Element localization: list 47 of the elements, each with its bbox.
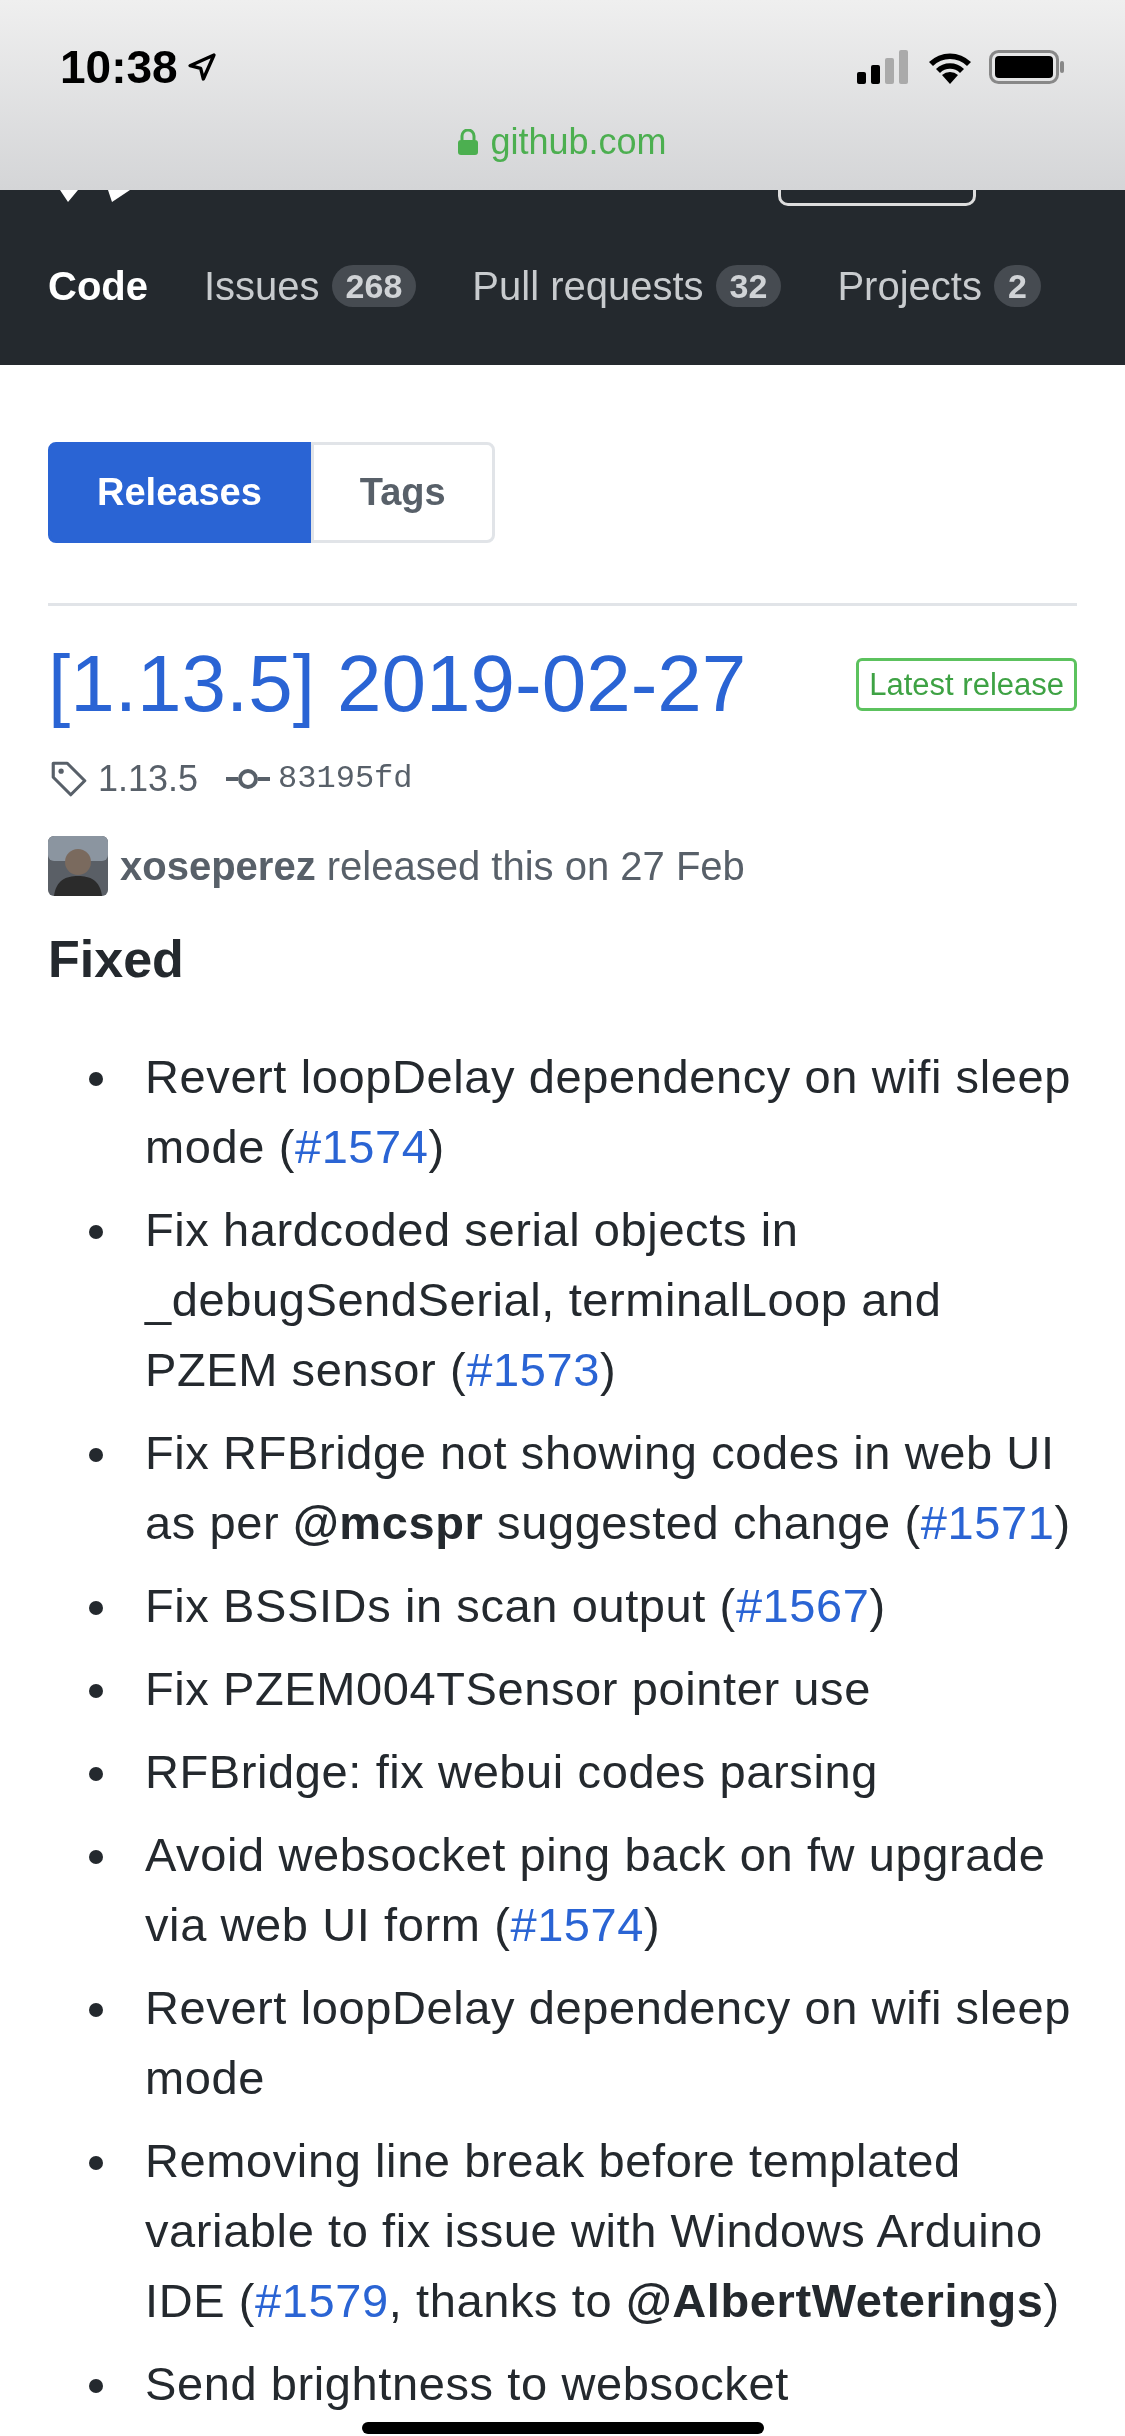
- list-item-text: Removing line break before templated variable to fix issue with Windows Arduino IDE (#1579, thanks to @AlbertWeterings): [145, 2133, 1061, 2329]
- battery-icon: [989, 50, 1065, 84]
- wifi-icon: [927, 50, 973, 84]
- list-item-text: Fix hardcoded serial objects in _debugSendSerial, terminalLoop and PZEM sensor (#1573): [145, 1202, 943, 1398]
- signal-icon: [857, 50, 911, 84]
- section-heading: Fixed: [48, 929, 185, 990]
- author-link[interactable]: xoseperez: [120, 844, 316, 888]
- commit-hash[interactable]: 83195fd: [278, 755, 413, 803]
- list-item-text: Fix PZEM004TSensor pointer use: [145, 1661, 872, 1717]
- repo-tab[interactable]: Issues 268: [204, 256, 417, 316]
- issue-link[interactable]: #1574: [510, 1898, 645, 1951]
- bullet-icon: [89, 1601, 103, 1615]
- bullet-icon: [89, 1850, 103, 1864]
- avatar: [48, 836, 108, 896]
- issue-link[interactable]: #1567: [735, 1579, 870, 1632]
- location-arrow-icon: [185, 51, 218, 83]
- bullet-icon: [89, 1684, 103, 1698]
- bullet-icon: [89, 1448, 103, 1462]
- list-item-text: Revert loopDelay dependency on wifi sleep mode (#1574): [145, 1049, 1072, 1175]
- tag-name[interactable]: 1.13.5: [98, 752, 199, 806]
- view-toggle-tab[interactable]: Releases: [48, 442, 311, 543]
- lock-icon: [458, 129, 479, 155]
- issue-link[interactable]: #1579: [255, 2274, 389, 2327]
- commit-icon: [226, 767, 271, 791]
- list-item-text: Send brightness to websocket: [145, 2356, 790, 2412]
- issue-link[interactable]: #1573: [466, 1343, 600, 1396]
- bullet-icon: [89, 2156, 103, 2170]
- list-item-text: Fix RFBridge not showing codes in web UI as per @mcspr suggested change (#1571): [145, 1425, 1072, 1551]
- repo-tab[interactable]: Projects 2: [837, 256, 1041, 316]
- list-item-text: Fix BSSIDs in scan output (#1567): [145, 1578, 887, 1634]
- issue-link[interactable]: #1571: [920, 1496, 1055, 1549]
- view-toggle-tab[interactable]: Tags: [310, 442, 495, 543]
- clock-time: 10:38: [60, 44, 178, 90]
- bullet-icon: [89, 2379, 103, 2393]
- bullet-icon: [89, 1767, 103, 1781]
- list-item-text: RFBridge: fix webui codes parsing: [145, 1744, 879, 1800]
- bullet-icon: [89, 2003, 103, 2017]
- latest-release-label: Latest release: [856, 658, 1077, 711]
- release-author-line: xoseperez released this on 27 Feb: [120, 843, 745, 890]
- repo-tab[interactable]: Pull requests 32: [472, 256, 782, 316]
- repo-tab[interactable]: Code: [48, 256, 148, 316]
- list-item-text: Revert loopDelay dependency on wifi sleep mode: [145, 1980, 1072, 2106]
- list-item-text: Avoid websocket ping back on fw upgrade via web UI form (#1574): [145, 1827, 1047, 1953]
- bullet-icon: [89, 1072, 103, 1086]
- bullet-icon: [89, 1225, 103, 1239]
- release-title[interactable]: [1.13.5] 2019-02-27: [48, 634, 747, 734]
- issue-link[interactable]: #1574: [294, 1120, 429, 1173]
